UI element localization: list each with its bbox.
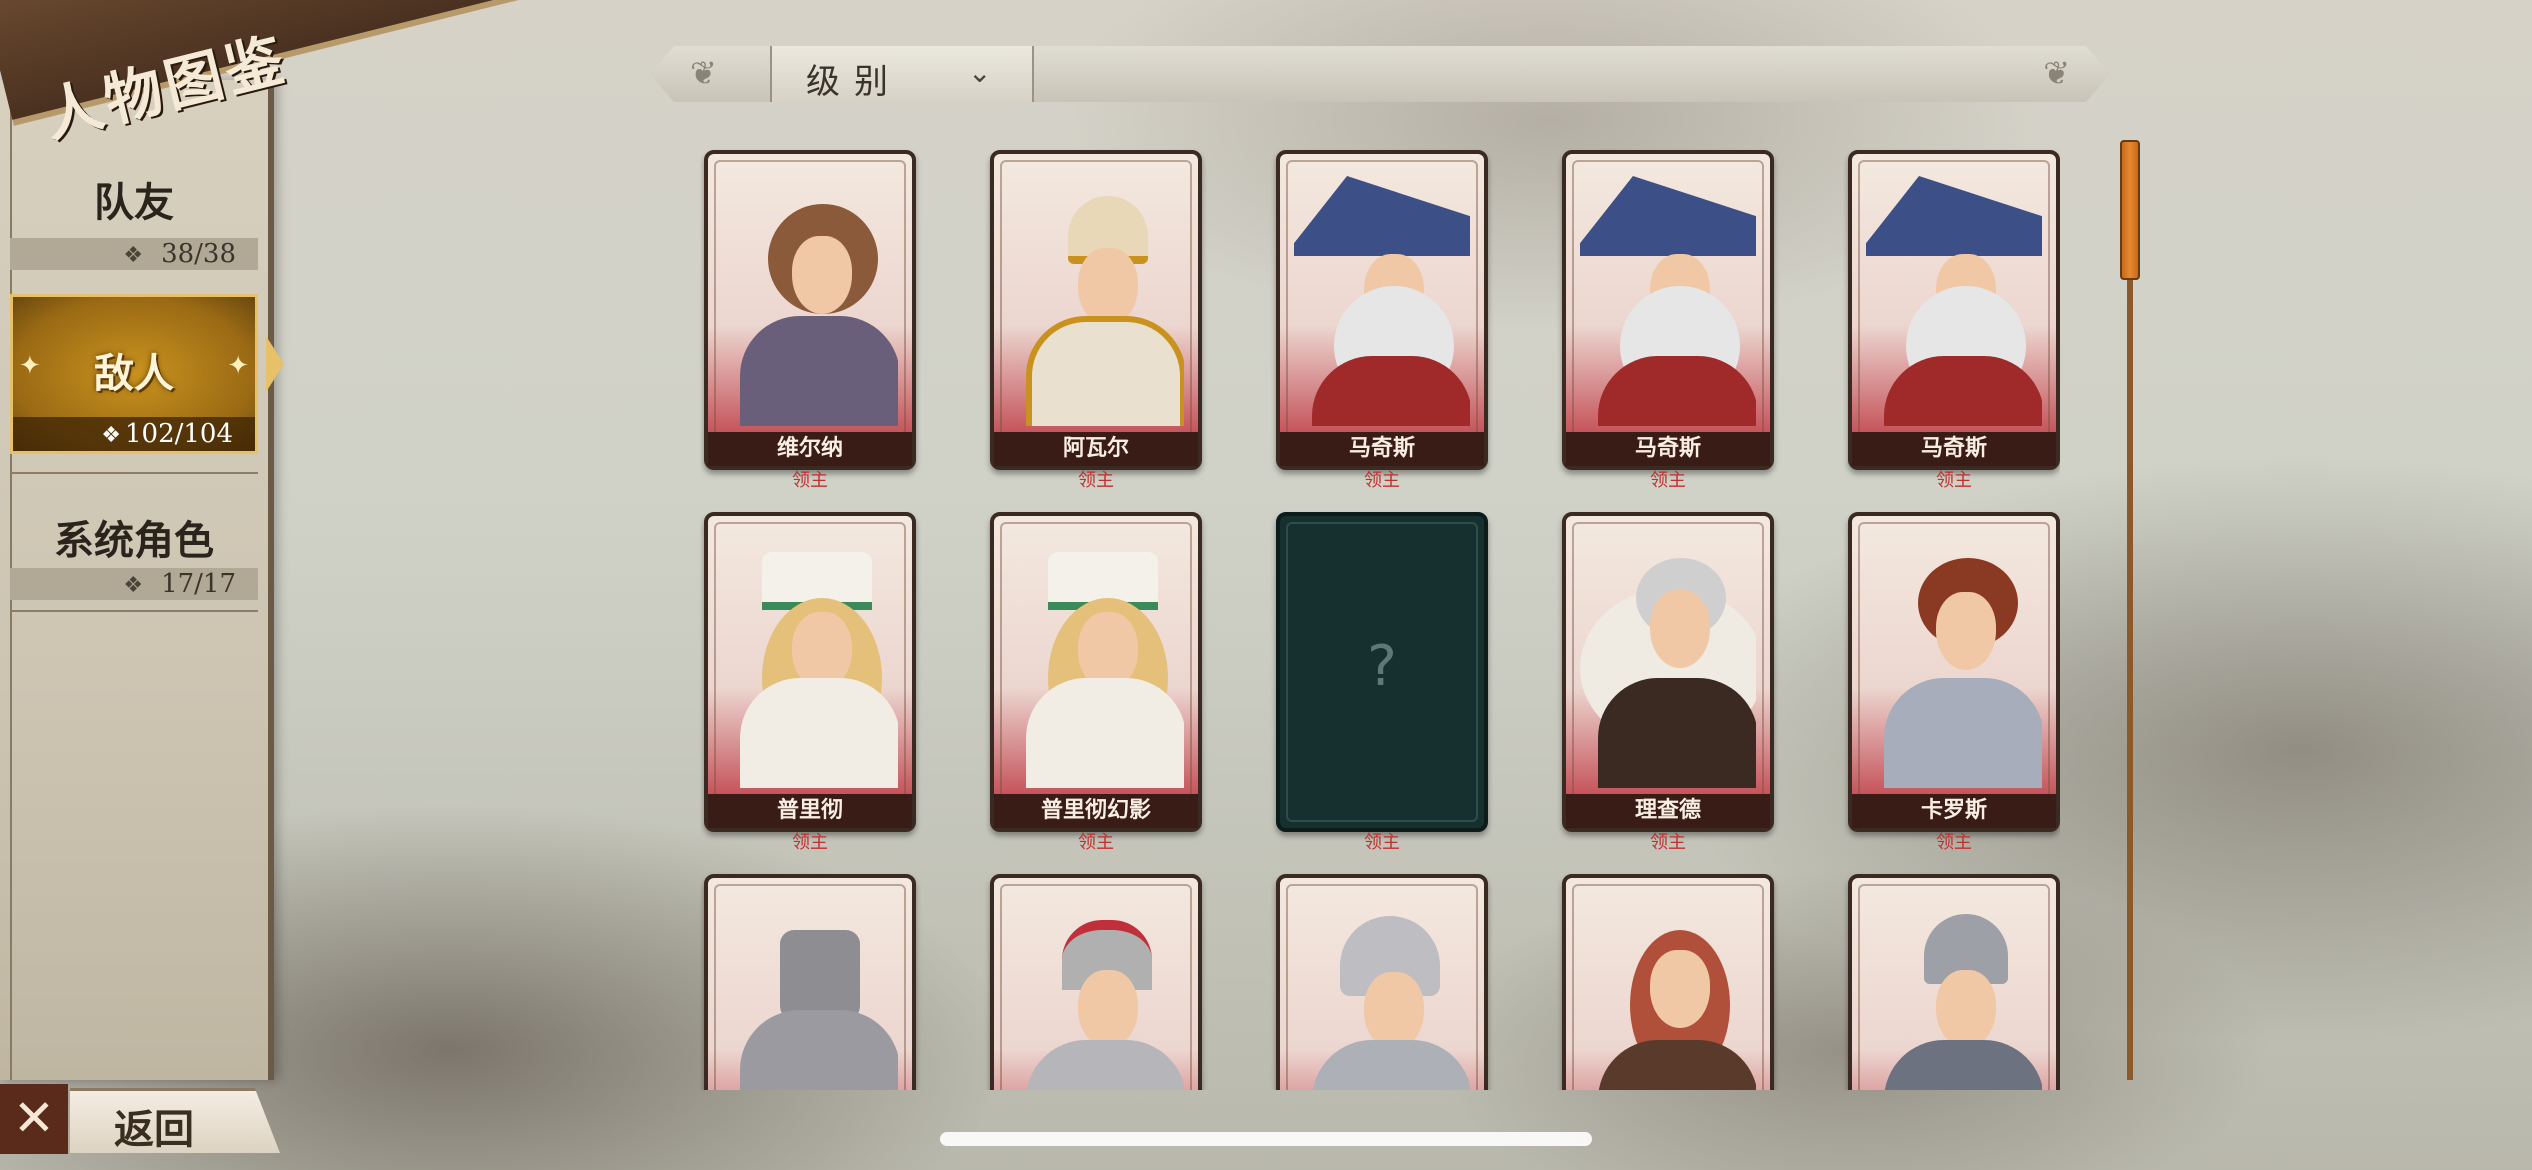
- sidebar-item-label: 队友: [94, 179, 174, 226]
- filter-bar: ❦ 级别 ⌄ ❦: [650, 46, 2110, 102]
- portrait-image: [1008, 166, 1184, 426]
- character-card[interactable]: 阿瓦尔: [990, 150, 1202, 470]
- sidebar-item-count: ❖ 102/104: [13, 417, 255, 451]
- portrait-image: [1580, 528, 1756, 788]
- character-role: 领主: [1078, 832, 1114, 853]
- character-name: 普里彻: [708, 794, 912, 828]
- sidebar-item-label: 敌人: [94, 350, 174, 397]
- character-name: 卡罗斯: [1852, 794, 2056, 828]
- character-role: 领主: [1650, 832, 1686, 853]
- sidebar-item-system-characters[interactable]: 系统角色 ❖ 17/17: [10, 472, 258, 612]
- active-indicator-arrow: [266, 336, 284, 392]
- portrait-image: [1580, 890, 1756, 1090]
- character-name: 马奇斯: [1566, 432, 1770, 466]
- character-role: 领主: [1364, 832, 1400, 853]
- portrait-image: [722, 528, 898, 788]
- count-text: 102/104: [124, 419, 233, 449]
- character-card[interactable]: [1562, 874, 1774, 1090]
- filter-label: 级别: [806, 62, 902, 102]
- divider: [10, 610, 258, 612]
- back-button[interactable]: 返回: [70, 1088, 280, 1153]
- question-mark-icon: ?: [1367, 634, 1397, 699]
- character-card[interactable]: 卡罗斯: [1848, 512, 2060, 832]
- character-name: 理查德: [1566, 794, 1770, 828]
- gem-icon: ❖: [123, 573, 144, 598]
- gem-icon: ❖: [101, 423, 121, 448]
- ornament-icon: ❦: [2043, 54, 2070, 92]
- locked-character-card[interactable]: ?: [1276, 512, 1488, 832]
- character-card[interactable]: [704, 874, 916, 1090]
- character-name: 马奇斯: [1852, 432, 2056, 466]
- portrait-image: [1580, 166, 1756, 426]
- character-role: 领主: [1650, 470, 1686, 491]
- character-name: 普里彻幻影: [994, 794, 1198, 828]
- category-sidebar: 队友 ❖ 38/38 ✦ ✦ 敌人 ❖ 102/104 系统角色 ❖ 17/17: [0, 80, 274, 1080]
- portrait-image: [1866, 890, 2042, 1090]
- portrait-image: [1294, 890, 1470, 1090]
- gem-icon: ❖: [123, 243, 144, 268]
- character-card[interactable]: [1848, 874, 2060, 1090]
- character-role: 领主: [1936, 832, 1972, 853]
- sidebar-item-count: ❖ 17/17: [10, 568, 258, 600]
- chevron-down-icon: ⌄: [968, 56, 992, 89]
- home-indicator[interactable]: [940, 1132, 1592, 1146]
- portrait-image: [722, 166, 898, 426]
- character-card[interactable]: 普里彻幻影: [990, 512, 1202, 832]
- portrait-image: [722, 890, 898, 1090]
- character-card[interactable]: 马奇斯: [1562, 150, 1774, 470]
- character-card[interactable]: 马奇斯: [1848, 150, 2060, 470]
- character-card[interactable]: 普里彻: [704, 512, 916, 832]
- scroll-track[interactable]: [2127, 140, 2133, 1080]
- sidebar-item-teammates[interactable]: 队友 ❖ 38/38: [10, 140, 258, 270]
- level-filter-dropdown[interactable]: 级别 ⌄: [770, 46, 1034, 102]
- character-card[interactable]: [990, 874, 1202, 1090]
- portrait-image: [1866, 528, 2042, 788]
- character-role: 领主: [1936, 470, 1972, 491]
- sidebar-item-label: 系统角色: [54, 517, 214, 564]
- character-name: 维尔纳: [708, 432, 912, 466]
- close-icon[interactable]: ✕: [0, 1084, 68, 1154]
- portrait-image: [1866, 166, 2042, 426]
- count-text: 38/38: [161, 239, 236, 269]
- character-card[interactable]: 马奇斯: [1276, 150, 1488, 470]
- sidebar-item-count: ❖ 38/38: [10, 238, 258, 270]
- count-text: 17/17: [161, 569, 236, 599]
- character-name: 马奇斯: [1280, 432, 1484, 466]
- character-card[interactable]: 维尔纳: [704, 150, 916, 470]
- character-role: 领主: [1078, 470, 1114, 491]
- character-role: 领主: [792, 832, 828, 853]
- portrait-image: [1294, 166, 1470, 426]
- ornament-icon: ❦: [690, 54, 717, 92]
- character-card[interactable]: 理查德: [1562, 512, 1774, 832]
- character-name: 阿瓦尔: [994, 432, 1198, 466]
- portrait-image: [1008, 890, 1184, 1090]
- back-button-label: 返回: [114, 1106, 194, 1153]
- sidebar-item-enemies[interactable]: ✦ ✦ 敌人 ❖ 102/104: [10, 294, 258, 454]
- character-role: 领主: [1364, 470, 1400, 491]
- portrait-image: [1008, 528, 1184, 788]
- character-role: 领主: [792, 470, 828, 491]
- character-card[interactable]: [1276, 874, 1488, 1090]
- character-grid: 维尔纳 领主 阿瓦尔 领主 马奇斯 领主 马奇斯 领主 马奇斯 领主 普里彻 领…: [700, 148, 2060, 1090]
- scroll-thumb[interactable]: [2120, 140, 2140, 280]
